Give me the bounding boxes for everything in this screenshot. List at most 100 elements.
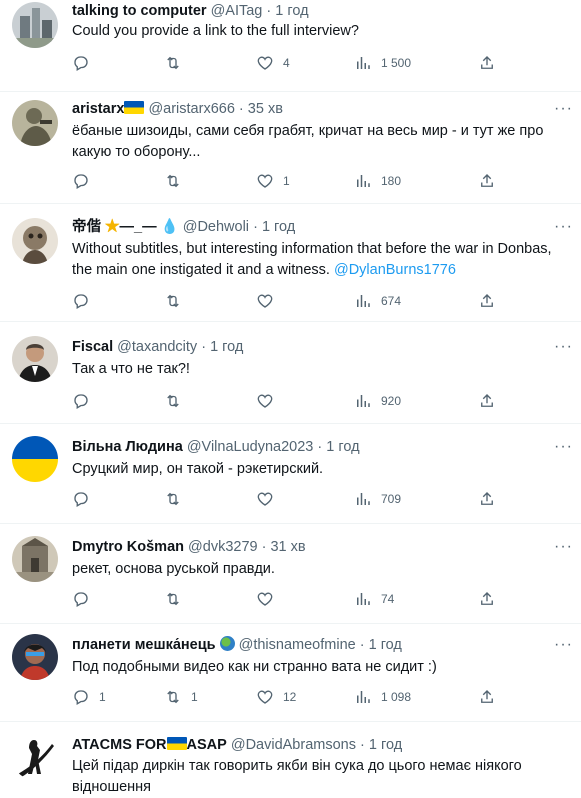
username[interactable]: @Dehwoli [183, 219, 249, 235]
share-button[interactable] [478, 54, 496, 72]
username[interactable]: @taxandcity [117, 339, 197, 355]
avatar[interactable] [12, 336, 58, 382]
display-name[interactable]: Fiscal [72, 339, 113, 355]
more-icon[interactable]: ··· [554, 339, 573, 355]
separator: · [317, 439, 323, 455]
heart-icon [256, 490, 274, 508]
username[interactable]: @AITag [211, 3, 263, 19]
views-button[interactable]: 180 [354, 172, 401, 190]
share-button[interactable] [478, 590, 496, 608]
avatar[interactable] [12, 734, 58, 780]
like-button[interactable] [256, 292, 283, 310]
reply-button[interactable] [72, 392, 99, 410]
reply-button[interactable] [72, 292, 99, 310]
like-button[interactable] [256, 590, 283, 608]
views-button[interactable]: 1 500 [354, 54, 411, 72]
avatar[interactable] [12, 100, 58, 146]
username[interactable]: @VilnaLudyna2023 [187, 439, 314, 455]
tweet-header: talking to computer @AITag · 1 год [72, 2, 309, 20]
timestamp[interactable]: 35 хв [248, 101, 283, 117]
tweet[interactable]: Вільна Людина @VilnaLudyna2023 · 1 год ·… [0, 424, 581, 524]
like-button[interactable]: 12 [256, 688, 296, 706]
action-bar: 74 [72, 590, 581, 610]
username[interactable]: @dvk3279 [188, 539, 258, 555]
action-bar: 674 [72, 292, 581, 312]
reply-button[interactable] [72, 172, 99, 190]
action-bar: 709 [72, 490, 581, 510]
share-icon [478, 292, 496, 310]
timestamp[interactable]: 1 год [275, 3, 308, 19]
retweet-button[interactable] [164, 490, 191, 508]
like-button[interactable]: 1 [256, 172, 290, 190]
avatar[interactable] [12, 218, 58, 264]
action-bar: 1 180 [72, 172, 581, 192]
like-button[interactable] [256, 490, 283, 508]
reply-button[interactable] [72, 590, 99, 608]
timestamp[interactable]: 1 год [369, 737, 402, 753]
views-button[interactable]: 920 [354, 392, 401, 410]
like-button[interactable] [256, 392, 283, 410]
display-name[interactable]: talking to computer [72, 3, 207, 19]
username[interactable]: @thisnameofmine [239, 637, 356, 653]
share-button[interactable] [478, 688, 496, 706]
timestamp[interactable]: 31 хв [270, 539, 305, 555]
tweet[interactable]: ATACMS FOR ASAP @DavidAbramsons · 1 год Ц… [0, 722, 581, 796]
reply-button[interactable] [72, 54, 99, 72]
like-button[interactable]: 4 [256, 54, 290, 72]
mention-link[interactable]: @DylanBurns1776 [334, 262, 456, 278]
retweet-button[interactable] [164, 292, 191, 310]
more-icon[interactable]: ··· [554, 637, 573, 653]
display-name-text: 帝偕 [72, 219, 101, 235]
tweet[interactable]: Fiscal @taxandcity · 1 год ··· Так а что… [0, 322, 581, 424]
more-icon[interactable]: ··· [554, 219, 573, 235]
retweet-button[interactable] [164, 54, 191, 72]
display-name[interactable]: aristarx [72, 101, 145, 117]
avatar[interactable] [12, 536, 58, 582]
share-button[interactable] [478, 490, 496, 508]
display-name[interactable]: 帝偕 ★—_— 💧 [72, 219, 179, 235]
views-button[interactable]: 1 098 [354, 688, 411, 706]
share-button[interactable] [478, 392, 496, 410]
retweet-button[interactable] [164, 392, 191, 410]
display-name[interactable]: Вільна Людина [72, 439, 183, 455]
like-count: 1 [283, 174, 290, 188]
reply-icon [72, 490, 90, 508]
share-button[interactable] [478, 292, 496, 310]
retweet-button[interactable] [164, 172, 191, 190]
more-icon[interactable]: ··· [554, 539, 573, 555]
views-button[interactable]: 709 [354, 490, 401, 508]
timestamp[interactable]: 1 год [326, 439, 359, 455]
avatar[interactable] [12, 634, 58, 680]
retweet-icon [164, 172, 182, 190]
more-icon[interactable]: ··· [554, 101, 573, 117]
tweet[interactable]: Dmytro Košman @dvk3279 · 31 хв ··· рекет… [0, 524, 581, 624]
retweet-button[interactable] [164, 590, 191, 608]
views-count: 74 [381, 592, 395, 606]
display-name[interactable]: Dmytro Košman [72, 539, 184, 555]
tweet[interactable]: talking to computer @AITag · 1 год Could… [0, 0, 581, 92]
timestamp[interactable]: 1 год [369, 637, 402, 653]
reply-button[interactable]: 1 [72, 688, 106, 706]
heart-icon [256, 688, 274, 706]
timestamp[interactable]: 1 год [210, 339, 243, 355]
display-name[interactable]: ATACMS FOR ASAP [72, 737, 227, 753]
tweet[interactable]: планети мешка́нець @thisnameofmine · 1 г… [0, 624, 581, 722]
views-count: 709 [381, 492, 402, 506]
avatar[interactable] [12, 2, 58, 48]
avatar[interactable] [12, 436, 58, 482]
display-name[interactable]: планети мешка́нець [72, 636, 235, 653]
tweet[interactable]: aristarx @aristarx666 · 35 хв ··· ёбаные… [0, 92, 581, 204]
views-count: 920 [381, 394, 402, 408]
retweet-button[interactable]: 1 [164, 688, 198, 706]
reply-button[interactable] [72, 490, 99, 508]
display-name-text: aristarx [72, 101, 125, 117]
share-button[interactable] [478, 172, 496, 190]
views-button[interactable]: 674 [354, 292, 401, 310]
tweet[interactable]: 帝偕 ★—_— 💧 @Dehwoli · 1 год ··· Without s… [0, 204, 581, 322]
more-icon[interactable]: ··· [554, 439, 573, 455]
username[interactable]: @aristarx666 [148, 101, 234, 117]
views-button[interactable]: 74 [354, 590, 394, 608]
username[interactable]: @DavidAbramsons [231, 737, 356, 753]
timestamp[interactable]: 1 год [262, 219, 295, 235]
droplet-icon: 💧 [160, 219, 179, 235]
